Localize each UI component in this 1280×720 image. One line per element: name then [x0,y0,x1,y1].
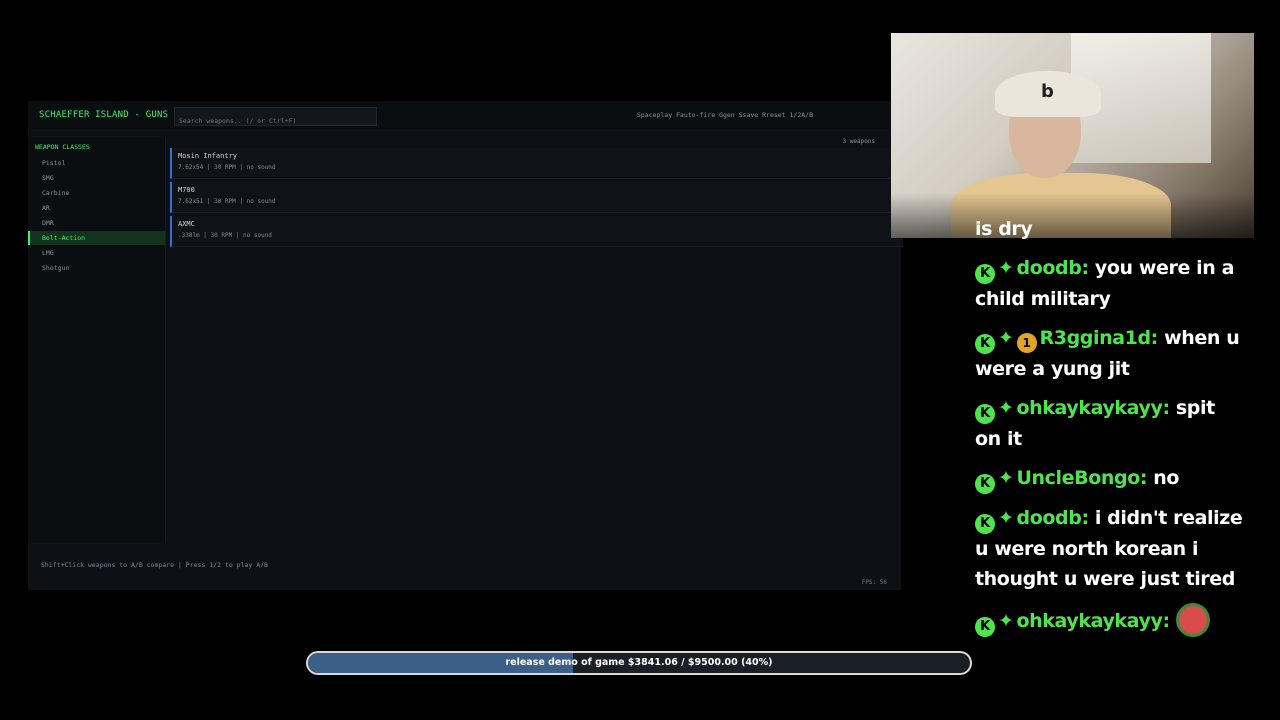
frog-emote-icon [1175,603,1210,637]
class-item-dmr[interactable]: DMR [28,216,165,230]
sparkle-badge-icon: ✦ [998,257,1014,279]
channel-badge-icon: K [975,264,995,284]
search-input[interactable] [175,112,376,130]
weapon-row[interactable]: M700 7.62x51 | 30 RPM | no sound [170,182,903,213]
chat-message: K ✦ doodb: i didn't realize u were north k… [975,503,1245,594]
chat-text: is dry [975,218,1033,240]
goal-text: release demo of game $3841.06 / $9500.00… [505,657,773,668]
chat-username: R3ggina1d: [1039,327,1159,349]
game-title: SCHAEFFER ISLAND - GUNS [39,110,169,120]
weapon-name: AXMC [178,220,195,228]
channel-badge-icon: K [975,617,995,637]
weapon-meta: .338lm | 30 RPM | no sound [178,232,272,239]
sidebar-title: WEAPON CLASSES [35,143,90,151]
channel-badge-icon: K [975,514,995,534]
channel-badge-icon: K [975,404,995,424]
sparkle-badge-icon: ✦ [998,397,1014,419]
chat-username: UncleBongo: [1016,467,1148,489]
class-item-bolt-action[interactable]: Bolt-Action [28,231,165,245]
weapon-count: 3 weapons [842,138,875,145]
weapon-name: Mosin Infantry [178,152,238,160]
class-item-ar[interactable]: AR [28,201,165,215]
chat-message: K ✦ ohkaykaykayy: spit on it [975,393,1245,454]
top-bar: SCHAEFFER ISLAND - GUNS Spaceplay Fauto-… [28,101,901,130]
search-box[interactable] [174,107,377,130]
class-item-pistol[interactable]: Pistol [28,156,165,170]
class-item-carbine[interactable]: Carbine [28,186,165,200]
footer-hint: Shift+Click weapons to A/B compare | Pre… [41,561,268,569]
chat-message: K ✦ UncleBongo: no [975,463,1245,494]
chat-message: K ✦ doodb: you were in a child military [975,253,1245,314]
game-window: SCHAEFFER ISLAND - GUNS Spaceplay Fauto-… [28,101,903,590]
class-item-shotgun[interactable]: Shotgun [28,261,165,275]
class-item-lmg[interactable]: LMG [28,246,165,260]
goal-track: release demo of game $3841.06 / $9500.00… [308,653,970,673]
weapon-meta: 7.62x54 | 30 RPM | no sound [178,164,276,171]
sub-badge-icon: 1 [1016,333,1037,353]
chat-message: K ✦ ohkaykaykayy: [975,603,1245,637]
chat-message: is dry [975,214,1245,244]
donation-goal-bar: release demo of game $3841.06 / $9500.00… [306,651,972,675]
chat-text: no [1153,467,1180,489]
hotkey-legend: Spaceplay Fauto-fire Ggen Ssave Rreset 1… [636,111,813,119]
sparkle-badge-icon: ✦ [998,327,1014,349]
chat-username: ohkaykaykayy: [1016,397,1171,419]
weapon-name: M700 [178,186,195,194]
weapon-row[interactable]: Mosin Infantry 7.62x54 | 30 RPM | no sou… [170,148,903,179]
chat-overlay: is dry K ✦ doodb: you were in a child mili… [975,214,1245,646]
weapon-meta: 7.62x51 | 30 RPM | no sound [178,198,276,205]
chat-username: doodb: [1016,257,1090,279]
class-item-smg[interactable]: SMG [28,171,165,185]
weapon-row[interactable]: AXMC .338lm | 30 RPM | no sound [170,216,903,247]
sparkle-badge-icon: ✦ [998,507,1014,529]
chat-message: K ✦ 1 R3ggina1d: when u were a yung jit [975,323,1245,384]
sparkle-badge-icon: ✦ [998,610,1014,632]
webcam-feed: b [891,33,1254,238]
chat-text: i didn't realize u were north korean i t… [975,507,1243,590]
fps-counter: FPS: 56 [861,579,887,586]
chat-username: doodb: [1016,507,1090,529]
chat-username: ohkaykaykayy: [1016,610,1171,632]
weapon-classes-sidebar: WEAPON CLASSES Pistol SMG Carbine AR DMR… [28,137,166,543]
cap-logo-icon: b [1041,81,1054,102]
channel-badge-icon: K [975,334,995,354]
sparkle-badge-icon: ✦ [998,467,1014,489]
channel-badge-icon: K [975,474,995,494]
